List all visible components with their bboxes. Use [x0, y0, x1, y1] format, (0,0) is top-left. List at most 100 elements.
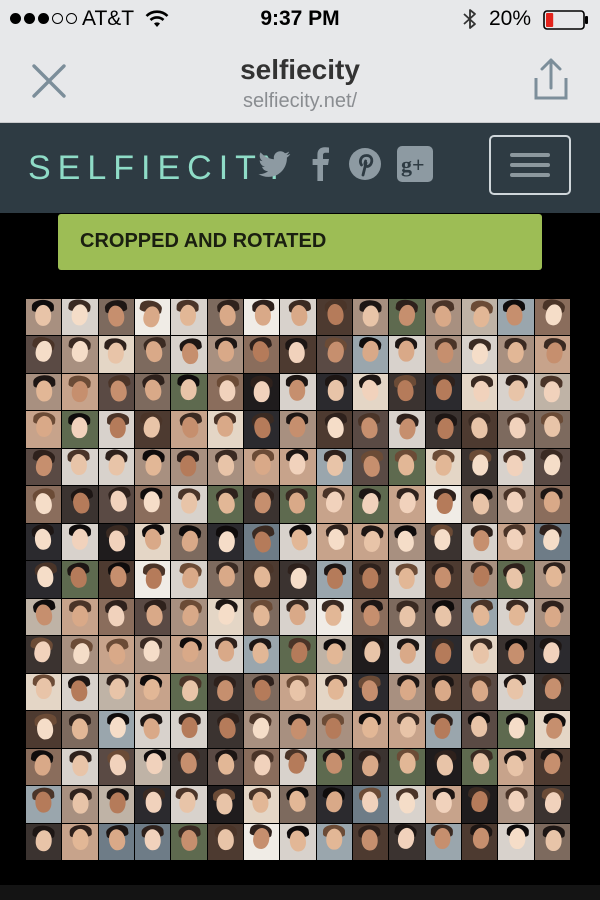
- selfie-thumbnail[interactable]: [171, 523, 207, 561]
- selfie-thumbnail[interactable]: [243, 486, 280, 523]
- selfie-thumbnail[interactable]: [134, 448, 171, 486]
- selfie-thumbnail[interactable]: [389, 748, 425, 786]
- selfie-thumbnail[interactable]: [389, 523, 425, 561]
- selfie-thumbnail[interactable]: [425, 561, 461, 598]
- selfie-thumbnail[interactable]: [243, 823, 280, 860]
- selfie-thumbnail[interactable]: [534, 786, 570, 823]
- selfie-thumbnail[interactable]: [534, 486, 570, 523]
- selfie-thumbnail[interactable]: [352, 711, 389, 748]
- selfie-thumbnail[interactable]: [461, 299, 498, 336]
- selfie-thumbnail[interactable]: [62, 561, 98, 598]
- selfie-thumbnail[interactable]: [316, 486, 352, 523]
- selfie-thumbnail[interactable]: [134, 486, 171, 523]
- selfie-thumbnail[interactable]: [280, 373, 316, 411]
- selfie-thumbnail[interactable]: [280, 299, 316, 336]
- selfie-thumbnail[interactable]: [352, 486, 389, 523]
- selfie-thumbnail[interactable]: [389, 299, 425, 336]
- selfie-thumbnail[interactable]: [389, 561, 425, 598]
- selfie-thumbnail[interactable]: [243, 411, 280, 448]
- selfie-thumbnail[interactable]: [425, 636, 461, 673]
- selfie-thumbnail[interactable]: [243, 711, 280, 748]
- selfie-thumbnail[interactable]: [352, 636, 389, 673]
- selfie-thumbnail[interactable]: [62, 823, 98, 860]
- selfie-thumbnail[interactable]: [389, 598, 425, 636]
- selfie-thumbnail[interactable]: [98, 486, 134, 523]
- selfie-thumbnail[interactable]: [280, 598, 316, 636]
- selfie-thumbnail[interactable]: [171, 561, 207, 598]
- selfie-thumbnail[interactable]: [280, 673, 316, 711]
- selfie-thumbnail[interactable]: [134, 711, 171, 748]
- selfie-thumbnail[interactable]: [98, 636, 134, 673]
- selfie-thumbnail[interactable]: [171, 411, 207, 448]
- selfie-thumbnail[interactable]: [498, 636, 534, 673]
- google-plus-icon[interactable]: g+: [396, 145, 434, 183]
- selfie-thumbnail[interactable]: [62, 373, 98, 411]
- selfie-thumbnail[interactable]: [498, 299, 534, 336]
- selfie-thumbnail[interactable]: [461, 486, 498, 523]
- selfie-thumbnail[interactable]: [62, 299, 98, 336]
- hamburger-menu-button[interactable]: [489, 135, 571, 195]
- selfie-thumbnail[interactable]: [425, 598, 461, 636]
- selfie-thumbnail[interactable]: [26, 373, 62, 411]
- selfie-thumbnail[interactable]: [498, 786, 534, 823]
- selfie-thumbnail[interactable]: [280, 748, 316, 786]
- selfie-thumbnail[interactable]: [207, 336, 243, 373]
- selfie-thumbnail[interactable]: [316, 636, 352, 673]
- selfie-thumbnail[interactable]: [171, 299, 207, 336]
- selfie-thumbnail[interactable]: [534, 711, 570, 748]
- selfie-thumbnail[interactable]: [207, 598, 243, 636]
- selfie-thumbnail[interactable]: [316, 561, 352, 598]
- selfie-thumbnail[interactable]: [26, 823, 62, 860]
- selfie-thumbnail[interactable]: [352, 598, 389, 636]
- selfie-thumbnail[interactable]: [425, 336, 461, 373]
- selfie-thumbnail[interactable]: [389, 336, 425, 373]
- selfie-thumbnail[interactable]: [352, 786, 389, 823]
- selfie-thumbnail[interactable]: [461, 673, 498, 711]
- selfie-thumbnail[interactable]: [425, 673, 461, 711]
- selfie-thumbnail[interactable]: [389, 823, 425, 860]
- selfie-thumbnail[interactable]: [389, 448, 425, 486]
- selfie-thumbnail[interactable]: [352, 411, 389, 448]
- selfie-thumbnail[interactable]: [316, 411, 352, 448]
- selfie-thumbnail[interactable]: [243, 636, 280, 673]
- selfie-thumbnail[interactable]: [461, 711, 498, 748]
- selfie-thumbnail[interactable]: [243, 523, 280, 561]
- selfie-thumbnail[interactable]: [134, 823, 171, 860]
- selfie-thumbnail[interactable]: [134, 373, 171, 411]
- selfie-thumbnail[interactable]: [316, 598, 352, 636]
- selfie-thumbnail[interactable]: [98, 711, 134, 748]
- selfie-thumbnail[interactable]: [26, 411, 62, 448]
- selfie-thumbnail[interactable]: [134, 411, 171, 448]
- selfie-thumbnail[interactable]: [389, 411, 425, 448]
- selfie-thumbnail[interactable]: [171, 448, 207, 486]
- selfie-thumbnail[interactable]: [98, 598, 134, 636]
- selfie-thumbnail[interactable]: [134, 336, 171, 373]
- selfie-thumbnail[interactable]: [461, 373, 498, 411]
- selfie-thumbnail[interactable]: [352, 336, 389, 373]
- selfie-thumbnail[interactable]: [534, 598, 570, 636]
- selfie-thumbnail[interactable]: [134, 561, 171, 598]
- selfie-thumbnail[interactable]: [425, 711, 461, 748]
- selfie-thumbnail[interactable]: [98, 336, 134, 373]
- selfie-thumbnail[interactable]: [62, 523, 98, 561]
- selfie-thumbnail[interactable]: [26, 299, 62, 336]
- selfie-thumbnail[interactable]: [425, 411, 461, 448]
- selfie-thumbnail[interactable]: [316, 786, 352, 823]
- selfie-thumbnail[interactable]: [26, 748, 62, 786]
- selfie-thumbnail[interactable]: [243, 786, 280, 823]
- selfie-thumbnail[interactable]: [62, 636, 98, 673]
- selfie-thumbnail[interactable]: [207, 786, 243, 823]
- selfie-thumbnail[interactable]: [26, 523, 62, 561]
- selfie-thumbnail[interactable]: [461, 748, 498, 786]
- selfie-thumbnail[interactable]: [389, 711, 425, 748]
- selfie-thumbnail[interactable]: [280, 786, 316, 823]
- selfie-thumbnail[interactable]: [352, 561, 389, 598]
- selfie-thumbnail[interactable]: [534, 373, 570, 411]
- selfie-thumbnail[interactable]: [171, 336, 207, 373]
- selfie-thumbnail[interactable]: [352, 748, 389, 786]
- selfie-thumbnail[interactable]: [98, 823, 134, 860]
- selfie-thumbnail[interactable]: [62, 448, 98, 486]
- selfie-thumbnail[interactable]: [498, 523, 534, 561]
- selfie-thumbnail[interactable]: [461, 636, 498, 673]
- selfie-thumbnail[interactable]: [98, 411, 134, 448]
